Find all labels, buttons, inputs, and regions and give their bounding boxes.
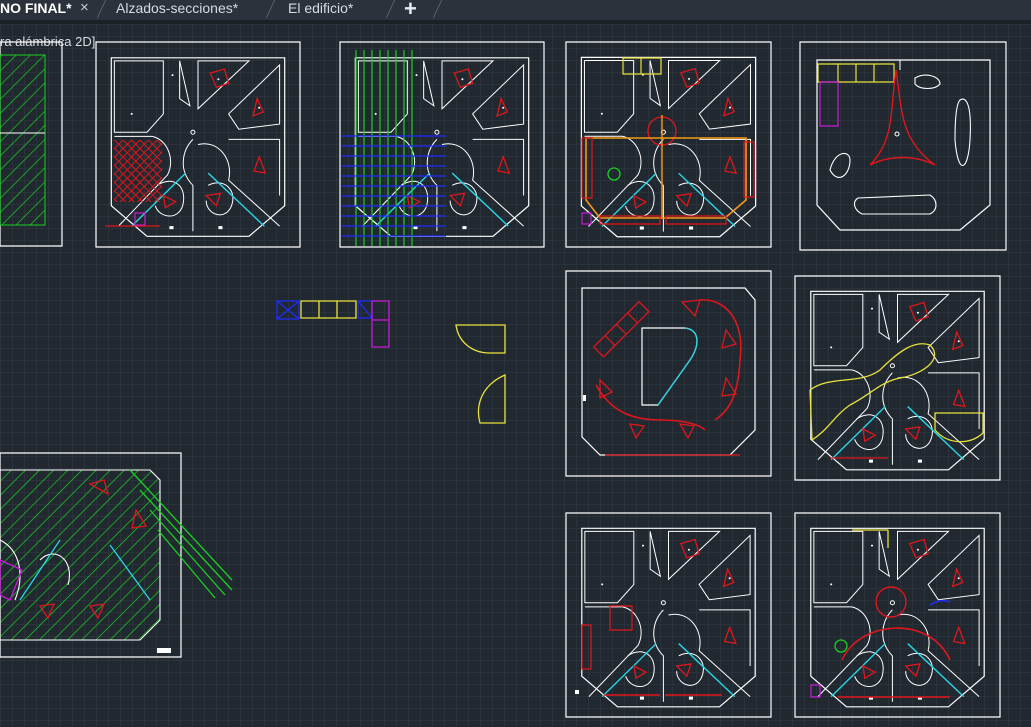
drawing-sheet-8[interactable] — [795, 513, 1000, 717]
drawing-sheet-1[interactable] — [96, 42, 300, 247]
floating-block-elements[interactable] — [277, 301, 505, 423]
cad-drawing[interactable] — [0, 0, 1031, 727]
drawing-sheet-partial[interactable] — [0, 42, 62, 246]
drawing-sheet-5[interactable] — [566, 271, 771, 476]
drawing-sheet-hatched[interactable] — [0, 453, 232, 657]
drawing-sheet-4[interactable] — [800, 42, 1006, 250]
drawing-sheet-7[interactable] — [566, 513, 771, 717]
drawing-sheet-2[interactable] — [340, 42, 544, 247]
drawing-sheet-6[interactable] — [795, 276, 1000, 480]
drawing-sheet-3[interactable] — [566, 42, 771, 247]
